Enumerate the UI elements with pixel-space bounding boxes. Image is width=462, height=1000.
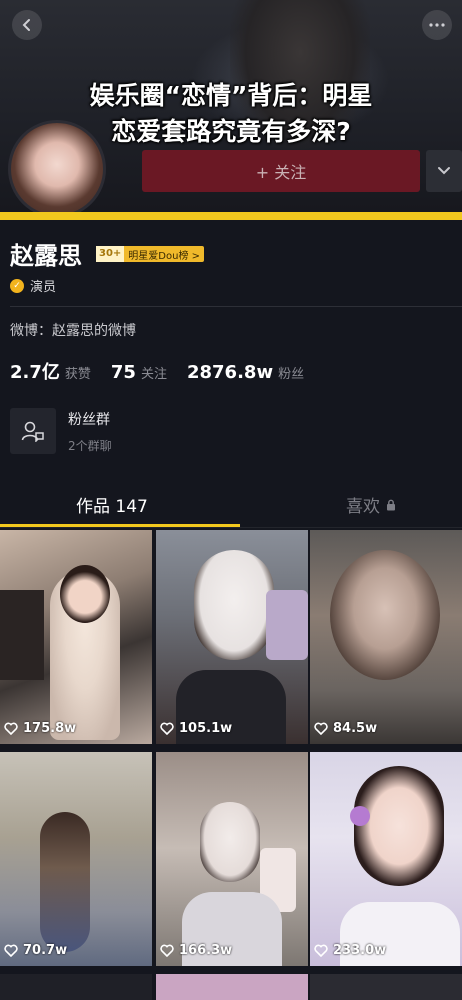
video-likes: 105.1w [160, 721, 232, 736]
stat-value: 75 [110, 362, 136, 383]
video-likes: 84.5w [314, 721, 377, 736]
heart-outline-icon [160, 944, 174, 957]
back-button[interactable] [12, 10, 42, 40]
lock-icon [387, 499, 395, 510]
thumbnail-scene [40, 812, 90, 952]
fans-group-entry[interactable]: 粉丝群 2个群聊 [10, 406, 112, 456]
stat-followers[interactable]: 2876.8w 粉丝 [187, 362, 304, 383]
thumbnail-scene [330, 550, 440, 680]
thumbnail-scene [60, 565, 110, 623]
verified-role: ✓ 演员 [10, 276, 56, 295]
video-thumbnail[interactable]: 70.7w [0, 752, 152, 966]
tab-likes[interactable]: 喜欢 [346, 492, 396, 517]
rank-level: 30+ [96, 246, 125, 262]
video-thumbnail-partial[interactable] [156, 974, 308, 1000]
video-likes: 175.8w [4, 721, 76, 736]
accent-divider [0, 212, 462, 220]
verified-check-icon: ✓ [10, 278, 24, 293]
video-likes-count: 166.3w [179, 943, 233, 958]
stat-following[interactable]: 75 关注 [111, 362, 167, 383]
heart-outline-icon [4, 944, 18, 957]
video-likes: 166.3w [160, 943, 232, 958]
video-likes-count: 84.5w [333, 721, 378, 736]
chevron-down-icon [438, 167, 450, 175]
tab-likes-label: 喜欢 [346, 497, 380, 517]
thumbnail-scene [354, 766, 444, 886]
video-likes-count: 70.7w [23, 943, 68, 958]
weibo-link[interactable]: 微博：赵露思的微博 [10, 320, 136, 340]
profile-name: 赵露思 [10, 242, 82, 270]
fans-group-title: 粉丝群 [68, 411, 110, 428]
rank-label: 明星爱Dou榜 > [128, 250, 201, 262]
stat-value: 2.7亿 [10, 362, 60, 383]
chevron-left-icon [22, 19, 30, 31]
headline-line-1: 娱乐圈“恋情”背后：明星 [89, 81, 373, 110]
thumbnail-scene [350, 806, 370, 826]
heart-outline-icon [4, 722, 18, 735]
more-button[interactable] [422, 10, 452, 40]
video-thumbnail[interactable]: 166.3w [156, 752, 308, 966]
video-likes: 70.7w [4, 943, 67, 958]
profile-stats: 2.7亿 获赞 75 关注 2876.8w 粉丝 [10, 358, 324, 384]
follow-dropdown-button[interactable] [426, 150, 462, 192]
heart-outline-icon [314, 944, 328, 957]
fans-group-subtitle: 2个群聊 [68, 438, 112, 453]
stat-value: 2876.8w [186, 362, 274, 383]
tab-works[interactable]: 作品 147 [76, 492, 148, 517]
video-likes-count: 105.1w [179, 721, 233, 736]
stat-label: 粉丝 [278, 367, 305, 382]
follow-button-label: + 关注 [255, 163, 307, 182]
thumbnail-scene [0, 590, 44, 680]
tab-bar-divider [0, 527, 462, 528]
more-dots-icon [429, 23, 445, 27]
thumbnail-scene [266, 590, 308, 660]
video-thumbnail[interactable]: 175.8w [0, 530, 152, 744]
follow-button[interactable]: + 关注 [142, 150, 420, 192]
video-likes-count: 175.8w [23, 721, 77, 736]
heart-outline-icon [314, 722, 328, 735]
video-thumbnail[interactable]: 233.0w [310, 752, 462, 966]
stat-likes: 2.7亿 获赞 [10, 358, 91, 384]
group-chat-icon [10, 408, 56, 454]
verified-role-label: 演员 [30, 280, 57, 295]
video-thumbnail[interactable]: 84.5w [310, 530, 462, 744]
stat-label: 获赞 [64, 367, 91, 382]
video-likes: 233.0w [314, 943, 386, 958]
avatar[interactable] [8, 120, 106, 218]
video-thumbnail-partial[interactable] [310, 974, 462, 1000]
thumbnail-scene [200, 802, 260, 882]
heart-outline-icon [160, 722, 174, 735]
video-likes-count: 233.0w [333, 943, 387, 958]
video-thumbnail[interactable]: 105.1w [156, 530, 308, 744]
stat-label: 关注 [140, 367, 167, 382]
video-thumbnail-partial[interactable] [0, 974, 152, 1000]
fans-group-text: 粉丝群 2个群聊 [68, 409, 112, 454]
thumbnail-scene [194, 550, 274, 660]
rank-badge[interactable]: 30+ 明星爱Dou榜 > [96, 246, 205, 262]
section-divider [10, 306, 462, 307]
